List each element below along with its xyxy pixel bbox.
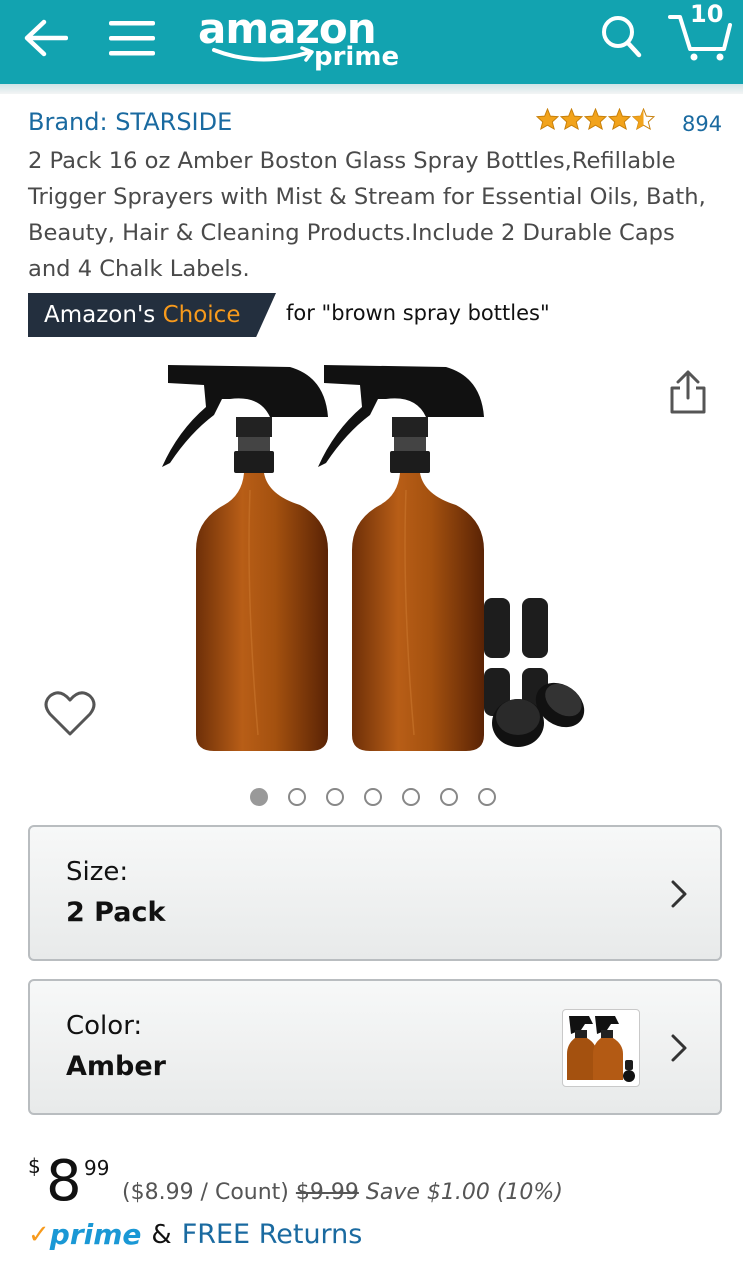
star-icon: [536, 108, 559, 130]
color-value: Amber: [66, 1051, 166, 1082]
swatch-image: [567, 1016, 635, 1082]
size-selector[interactable]: Size: 2 Pack: [28, 825, 722, 961]
heart-icon: [44, 691, 96, 736]
brand-link[interactable]: Brand: STARSIDE: [28, 108, 232, 136]
share-icon: [670, 370, 706, 414]
size-value: 2 Pack: [66, 897, 166, 928]
carousel-dot[interactable]: [364, 788, 382, 806]
star-rating[interactable]: [536, 108, 655, 130]
wishlist-button[interactable]: [44, 690, 98, 740]
price-details: ($8.99 / Count) $9.99 Save $1.00 (10%): [122, 1180, 563, 1205]
badge-highlight: Choice: [162, 302, 241, 328]
badge-text: Amazon's Choice: [28, 302, 240, 328]
share-button[interactable]: [666, 368, 710, 416]
prime-label: prime: [49, 1218, 142, 1251]
free-returns-link[interactable]: FREE Returns: [182, 1219, 363, 1250]
search-button[interactable]: [594, 8, 648, 64]
spray-bottle: [162, 365, 328, 751]
search-icon: [602, 16, 642, 58]
carousel-dot[interactable]: [250, 788, 268, 806]
star-icon: [560, 108, 583, 130]
product-image[interactable]: [150, 355, 600, 765]
choice-keyword: for "brown spray bottles": [286, 301, 550, 325]
back-button[interactable]: [16, 10, 74, 66]
price-currency: $: [28, 1154, 41, 1178]
logo-smile-icon: [212, 46, 314, 62]
color-label: Color:: [66, 1011, 143, 1041]
hamburger-menu-icon: [109, 21, 155, 56]
image-carousel-dots: [250, 788, 496, 806]
back-arrow-icon: [24, 19, 68, 57]
spray-bottle: [318, 365, 484, 751]
price-fraction: 99: [84, 1156, 110, 1180]
price-per-unit: ($8.99 / Count): [122, 1180, 289, 1205]
price-whole: 8: [46, 1149, 82, 1214]
color-selector[interactable]: Color: Amber: [28, 979, 722, 1115]
chevron-right-icon: [671, 1034, 687, 1062]
product-title: 2 Pack 16 oz Amber Boston Glass Spray Bo…: [28, 148, 706, 282]
carousel-dot[interactable]: [440, 788, 458, 806]
list-price: $9.99: [295, 1180, 359, 1205]
prime-check-icon: ✓: [28, 1219, 50, 1250]
color-swatch-thumbnail: [562, 1009, 640, 1087]
menu-button[interactable]: [104, 10, 160, 66]
star-icon: [608, 108, 631, 130]
star-icon: [584, 108, 607, 130]
cart-count-badge: 10: [690, 0, 724, 28]
nav-shadow: [0, 84, 743, 94]
amazon-prime-logo[interactable]: amazon prime: [196, 4, 406, 80]
star-half-icon: [632, 108, 655, 130]
ampersand: &: [151, 1219, 172, 1250]
carousel-dot[interactable]: [326, 788, 344, 806]
savings-text: Save $1.00 (10%): [365, 1180, 563, 1205]
carousel-dot[interactable]: [478, 788, 496, 806]
amazons-choice-badge[interactable]: Amazon's Choice: [28, 293, 276, 337]
carousel-dot[interactable]: [288, 788, 306, 806]
size-label: Size:: [66, 857, 129, 887]
logo-prime-text: prime: [314, 42, 400, 72]
chevron-right-icon: [671, 880, 687, 908]
badge-prefix: Amazon's: [44, 302, 156, 328]
rating-count-link[interactable]: 894: [682, 112, 722, 136]
prime-shipping-row: ✓ prime & FREE Returns: [28, 1218, 362, 1251]
carousel-dot[interactable]: [402, 788, 420, 806]
